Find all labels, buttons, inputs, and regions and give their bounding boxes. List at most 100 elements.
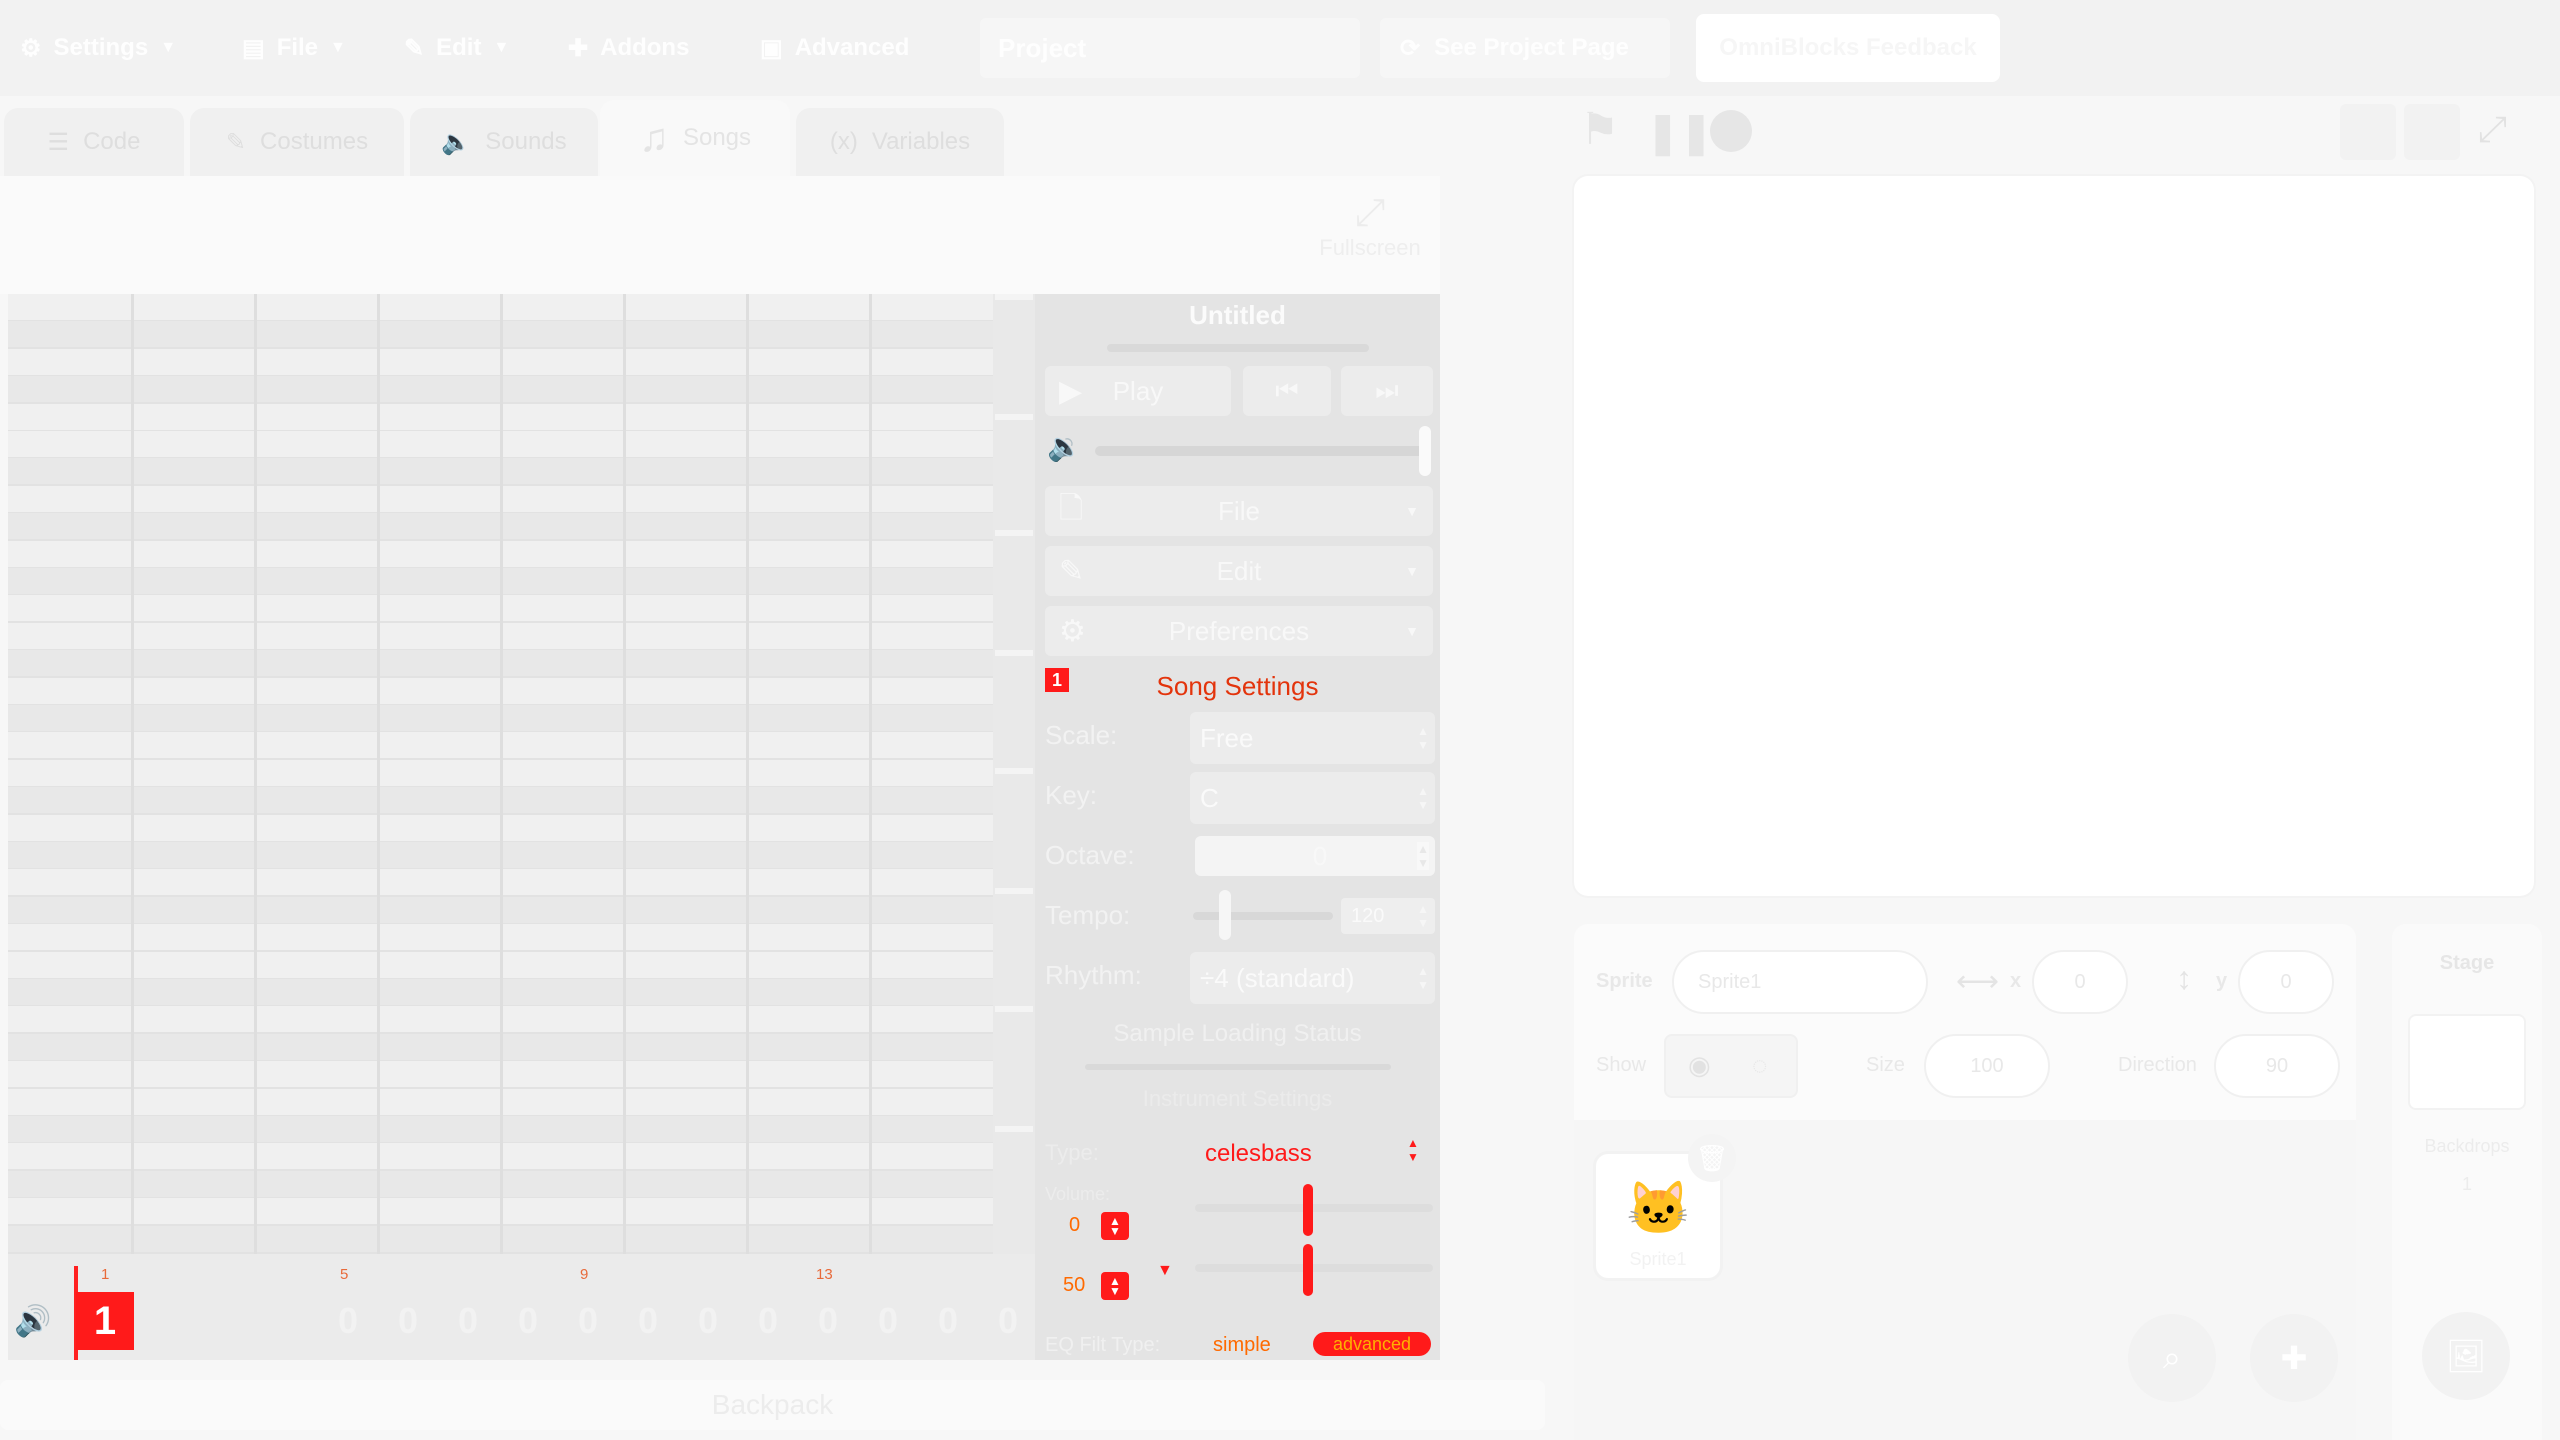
grid-scrollbar[interactable] — [993, 294, 1035, 1254]
feedback-button[interactable]: OmniBlocks Feedback — [1696, 14, 2000, 82]
delete-icon[interactable]: 🗑 — [1688, 1134, 1736, 1182]
file-dropdown[interactable]: 🗋 File ▼ — [1045, 486, 1433, 536]
caret-down-icon[interactable]: ▼ — [1157, 1262, 1173, 1280]
code-icon: ☰ — [47, 128, 70, 156]
volume-slider-knob[interactable] — [1419, 426, 1431, 476]
previous-bar-button[interactable]: ⏮ — [1243, 366, 1331, 416]
see-project-page-button[interactable]: ⟳ See Project Page — [1380, 18, 1670, 78]
volume-stepper[interactable]: ▲ ▼ — [1101, 1212, 1129, 1240]
next-bar-button[interactable]: ⏭ — [1341, 366, 1433, 416]
add-backdrop-button[interactable]: 🖼 — [2422, 1312, 2510, 1400]
tempo-label: Tempo: — [1045, 900, 1131, 930]
octave-input[interactable]: 0 ▲ ▼ — [1195, 836, 1435, 876]
loading-bar — [1085, 1064, 1391, 1070]
volume-knob[interactable] — [1303, 1184, 1313, 1236]
beat-divider — [500, 294, 503, 1254]
beat-divider — [131, 294, 134, 1254]
song-title[interactable]: Untitled — [1035, 300, 1440, 331]
key-select[interactable]: C ▲ ▼ — [1190, 772, 1435, 824]
bar-number: 5 — [340, 1266, 349, 1283]
pattern-slot[interactable]: 0 — [938, 1300, 958, 1342]
stage-canvas[interactable] — [1574, 176, 2534, 896]
sprite-name-input[interactable]: Sprite1 — [1672, 950, 1928, 1014]
pause-icon[interactable]: ❚❚ — [1646, 110, 1713, 156]
pattern-slot[interactable]: 0 — [338, 1300, 358, 1342]
pan-stepper[interactable]: ▲ ▼ — [1101, 1272, 1129, 1300]
type-label: Type: — [1045, 1140, 1099, 1165]
large-stage-button[interactable] — [2404, 104, 2460, 160]
tab-songs[interactable]: ♫ Songs — [600, 100, 790, 176]
track-timeline[interactable]: 🔊 1 1 5 9 13 000000000000 — [8, 1254, 1035, 1360]
project-title-input[interactable]: Project — [980, 18, 1360, 78]
scale-label: Scale: — [1045, 720, 1118, 750]
tab-variables[interactable]: (x) Variables — [796, 108, 1004, 176]
pattern-slot[interactable]: 0 — [518, 1300, 538, 1342]
file-menu[interactable]: ▤ File ▼ — [242, 0, 346, 96]
pattern-slot[interactable]: 0 — [638, 1300, 658, 1342]
pattern-slot[interactable]: 0 — [998, 1300, 1018, 1342]
tab-code[interactable]: ☰ Code — [4, 108, 184, 176]
pattern-slot[interactable]: 0 — [878, 1300, 898, 1342]
edit-menu[interactable]: ✎ Edit ▼ — [404, 0, 509, 96]
stop-icon[interactable] — [1710, 110, 1752, 152]
tempo-input[interactable]: 120 ▲ ▼ — [1341, 898, 1435, 934]
pan-knob[interactable] — [1303, 1244, 1313, 1296]
settings-menu[interactable]: ⚙ Settings ▼ — [20, 0, 176, 96]
tab-costumes[interactable]: ✎ Costumes — [190, 108, 404, 176]
speaker-icon: 🔈 — [441, 128, 472, 156]
eye-hidden-icon[interactable]: ◌ — [1752, 1050, 1767, 1081]
fullscreen-button[interactable]: ⤢ Fullscreen — [1300, 192, 1440, 261]
bar-number: 9 — [580, 1266, 589, 1283]
speaker-icon[interactable]: 🔊 — [14, 1304, 51, 1339]
pattern-slot[interactable]: 0 — [458, 1300, 478, 1342]
bar-number: 1 — [101, 1266, 110, 1283]
pattern-grid[interactable] — [8, 294, 993, 1254]
preferences-dropdown[interactable]: ⚙ Preferences ▼ — [1045, 606, 1433, 656]
advanced-menu[interactable]: ▣ Advanced — [760, 0, 909, 96]
advanced-mode-toggle[interactable]: advanced — [1313, 1332, 1431, 1356]
simple-mode-toggle[interactable]: simple — [1213, 1334, 1271, 1357]
variable-icon: (x) — [829, 128, 858, 155]
pattern-slot[interactable]: 0 — [818, 1300, 838, 1342]
title-underline — [1107, 344, 1369, 352]
play-button[interactable]: ▶ Play — [1045, 366, 1231, 416]
stage-thumbnail[interactable] — [2410, 1016, 2524, 1108]
sprite-list: 🐱 Sprite1 🗑 ⌕ ✚ — [1574, 1120, 2356, 1440]
pencil-icon: ✎ — [404, 34, 425, 62]
eye-icon[interactable]: ◉ — [1688, 1050, 1711, 1081]
x-input[interactable]: 0 — [2032, 950, 2128, 1014]
edit-dropdown[interactable]: ✎ Edit ▼ — [1045, 546, 1433, 596]
pattern-slot[interactable]: 0 — [578, 1300, 598, 1342]
backpack[interactable]: Backpack — [0, 1380, 1545, 1430]
size-input[interactable]: 100 — [1924, 1034, 2050, 1098]
volume-track[interactable] — [1195, 1204, 1433, 1212]
search-icon[interactable]: ⌕ — [2128, 1314, 2216, 1402]
volume-slider-track[interactable] — [1095, 446, 1425, 456]
brush-icon: ✎ — [225, 128, 247, 156]
rhythm-select[interactable]: ÷4 (standard) ▲ ▼ — [1190, 952, 1435, 1004]
add-sprite-button[interactable]: ✚ — [2250, 1314, 2338, 1402]
pattern-slot[interactable]: 0 — [758, 1300, 778, 1342]
scale-select[interactable]: Free ▲ ▼ — [1190, 712, 1435, 764]
addons-menu[interactable]: ✚ Addons — [568, 0, 689, 96]
pattern-slot[interactable]: 0 — [398, 1300, 418, 1342]
current-pattern-badge[interactable]: 1 — [76, 1292, 134, 1350]
direction-input[interactable]: 90 — [2214, 1034, 2340, 1098]
tab-sounds[interactable]: 🔈 Sounds — [410, 108, 598, 176]
pan-track[interactable] — [1195, 1264, 1433, 1272]
pencil-icon: ✎ — [1059, 554, 1085, 588]
fullscreen-stage-icon[interactable]: ⤢ — [2478, 108, 2507, 151]
select-arrows-icon[interactable]: ▲ ▼ — [1407, 1136, 1419, 1164]
pattern-slot[interactable]: 0 — [698, 1300, 718, 1342]
instrument-type-select[interactable]: celesbass — [1205, 1140, 1312, 1168]
green-flag-icon[interactable]: ⚑ — [1580, 104, 1619, 155]
small-stage-button[interactable] — [2340, 104, 2396, 160]
beat-divider — [623, 294, 626, 1254]
sprite-info-panel: Sprite Sprite1 ⟷ x 0 ↕ y 0 Show ◉ ◌ Size… — [1574, 924, 2356, 1120]
song-settings-panel: Untitled ▶ Play ⏮ ⏭ 🔉 🗋 File ▼ ✎ Edit ▼ … — [1035, 294, 1440, 1360]
chevron-down-icon: ▼ — [1405, 623, 1419, 639]
tempo-slider-track[interactable] — [1193, 912, 1333, 920]
x-label: x — [2010, 970, 2022, 992]
tempo-slider-knob[interactable] — [1219, 890, 1231, 940]
y-input[interactable]: 0 — [2238, 950, 2334, 1014]
